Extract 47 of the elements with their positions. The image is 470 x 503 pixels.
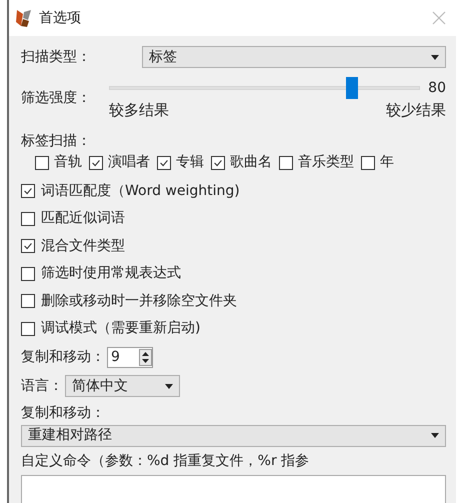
checkbox-label[interactable]: 歌曲名 xyxy=(230,152,272,173)
slider-min-label: 较多结果 xyxy=(109,100,169,121)
command-input[interactable] xyxy=(21,474,446,503)
checkbox[interactable] xyxy=(157,156,171,170)
checkbox[interactable] xyxy=(35,156,49,170)
checkbox-label[interactable]: 删除或移动时一并移除空文件夹 xyxy=(41,290,237,312)
number-spinner[interactable]: 9 xyxy=(107,346,153,368)
checkbox-label[interactable]: 音轨 xyxy=(54,152,82,173)
slider-value: 80 xyxy=(428,78,446,98)
field-label: 复制和移动： xyxy=(21,404,106,422)
checkbox[interactable] xyxy=(21,212,35,226)
field-label: 复制和移动： xyxy=(21,348,105,366)
dropdown[interactable]: 标签 xyxy=(142,46,446,68)
checkbox[interactable] xyxy=(21,294,35,308)
window-title: 首选项 xyxy=(39,8,81,28)
checkbox-label[interactable]: 演唱者 xyxy=(108,152,150,173)
checkbox[interactable] xyxy=(21,322,35,336)
slider-thumb[interactable] xyxy=(346,77,358,99)
field-label: 筛选强度： xyxy=(21,89,92,108)
checkbox-label[interactable]: 筛选时使用常规表达式 xyxy=(41,263,181,284)
checkbox-label[interactable]: 混合文件类型 xyxy=(41,236,125,257)
checkbox-label[interactable]: 年 xyxy=(380,152,394,173)
checkbox[interactable] xyxy=(279,156,293,170)
app-logo-icon xyxy=(15,8,33,28)
field-label: 自定义命令（参数：%d 指重复文件，%r 指参 xyxy=(21,452,310,470)
checkbox-label[interactable]: 词语匹配度（Word weighting) xyxy=(41,180,240,202)
checkbox[interactable] xyxy=(361,156,375,170)
slider-max-label: 较少结果 xyxy=(386,100,446,121)
checkbox[interactable] xyxy=(21,266,35,281)
checkbox[interactable] xyxy=(211,156,225,170)
caret-icon xyxy=(431,54,439,60)
checkbox[interactable] xyxy=(21,184,35,198)
slider[interactable] xyxy=(109,77,420,99)
caret-icon xyxy=(165,384,173,388)
checkbox[interactable] xyxy=(21,239,35,254)
checkbox-label[interactable]: 匹配近似词语 xyxy=(41,208,125,230)
dropdown[interactable]: 重建相对路径 xyxy=(21,424,446,446)
checkbox-label[interactable]: 调试模式（需要重新启动) xyxy=(41,318,200,340)
spin-arrows-icon[interactable] xyxy=(139,348,152,366)
field-label: 扫描类型： xyxy=(21,48,92,66)
field-label: 语言： xyxy=(21,376,63,396)
caret-icon xyxy=(431,433,439,438)
dropdown[interactable]: 简体中文 xyxy=(65,375,180,397)
checkbox-label[interactable]: 音乐类型 xyxy=(298,152,354,173)
checkbox-label[interactable]: 专辑 xyxy=(176,152,204,173)
checkbox[interactable] xyxy=(89,156,103,170)
section-label: 标签扫描： xyxy=(21,132,92,150)
